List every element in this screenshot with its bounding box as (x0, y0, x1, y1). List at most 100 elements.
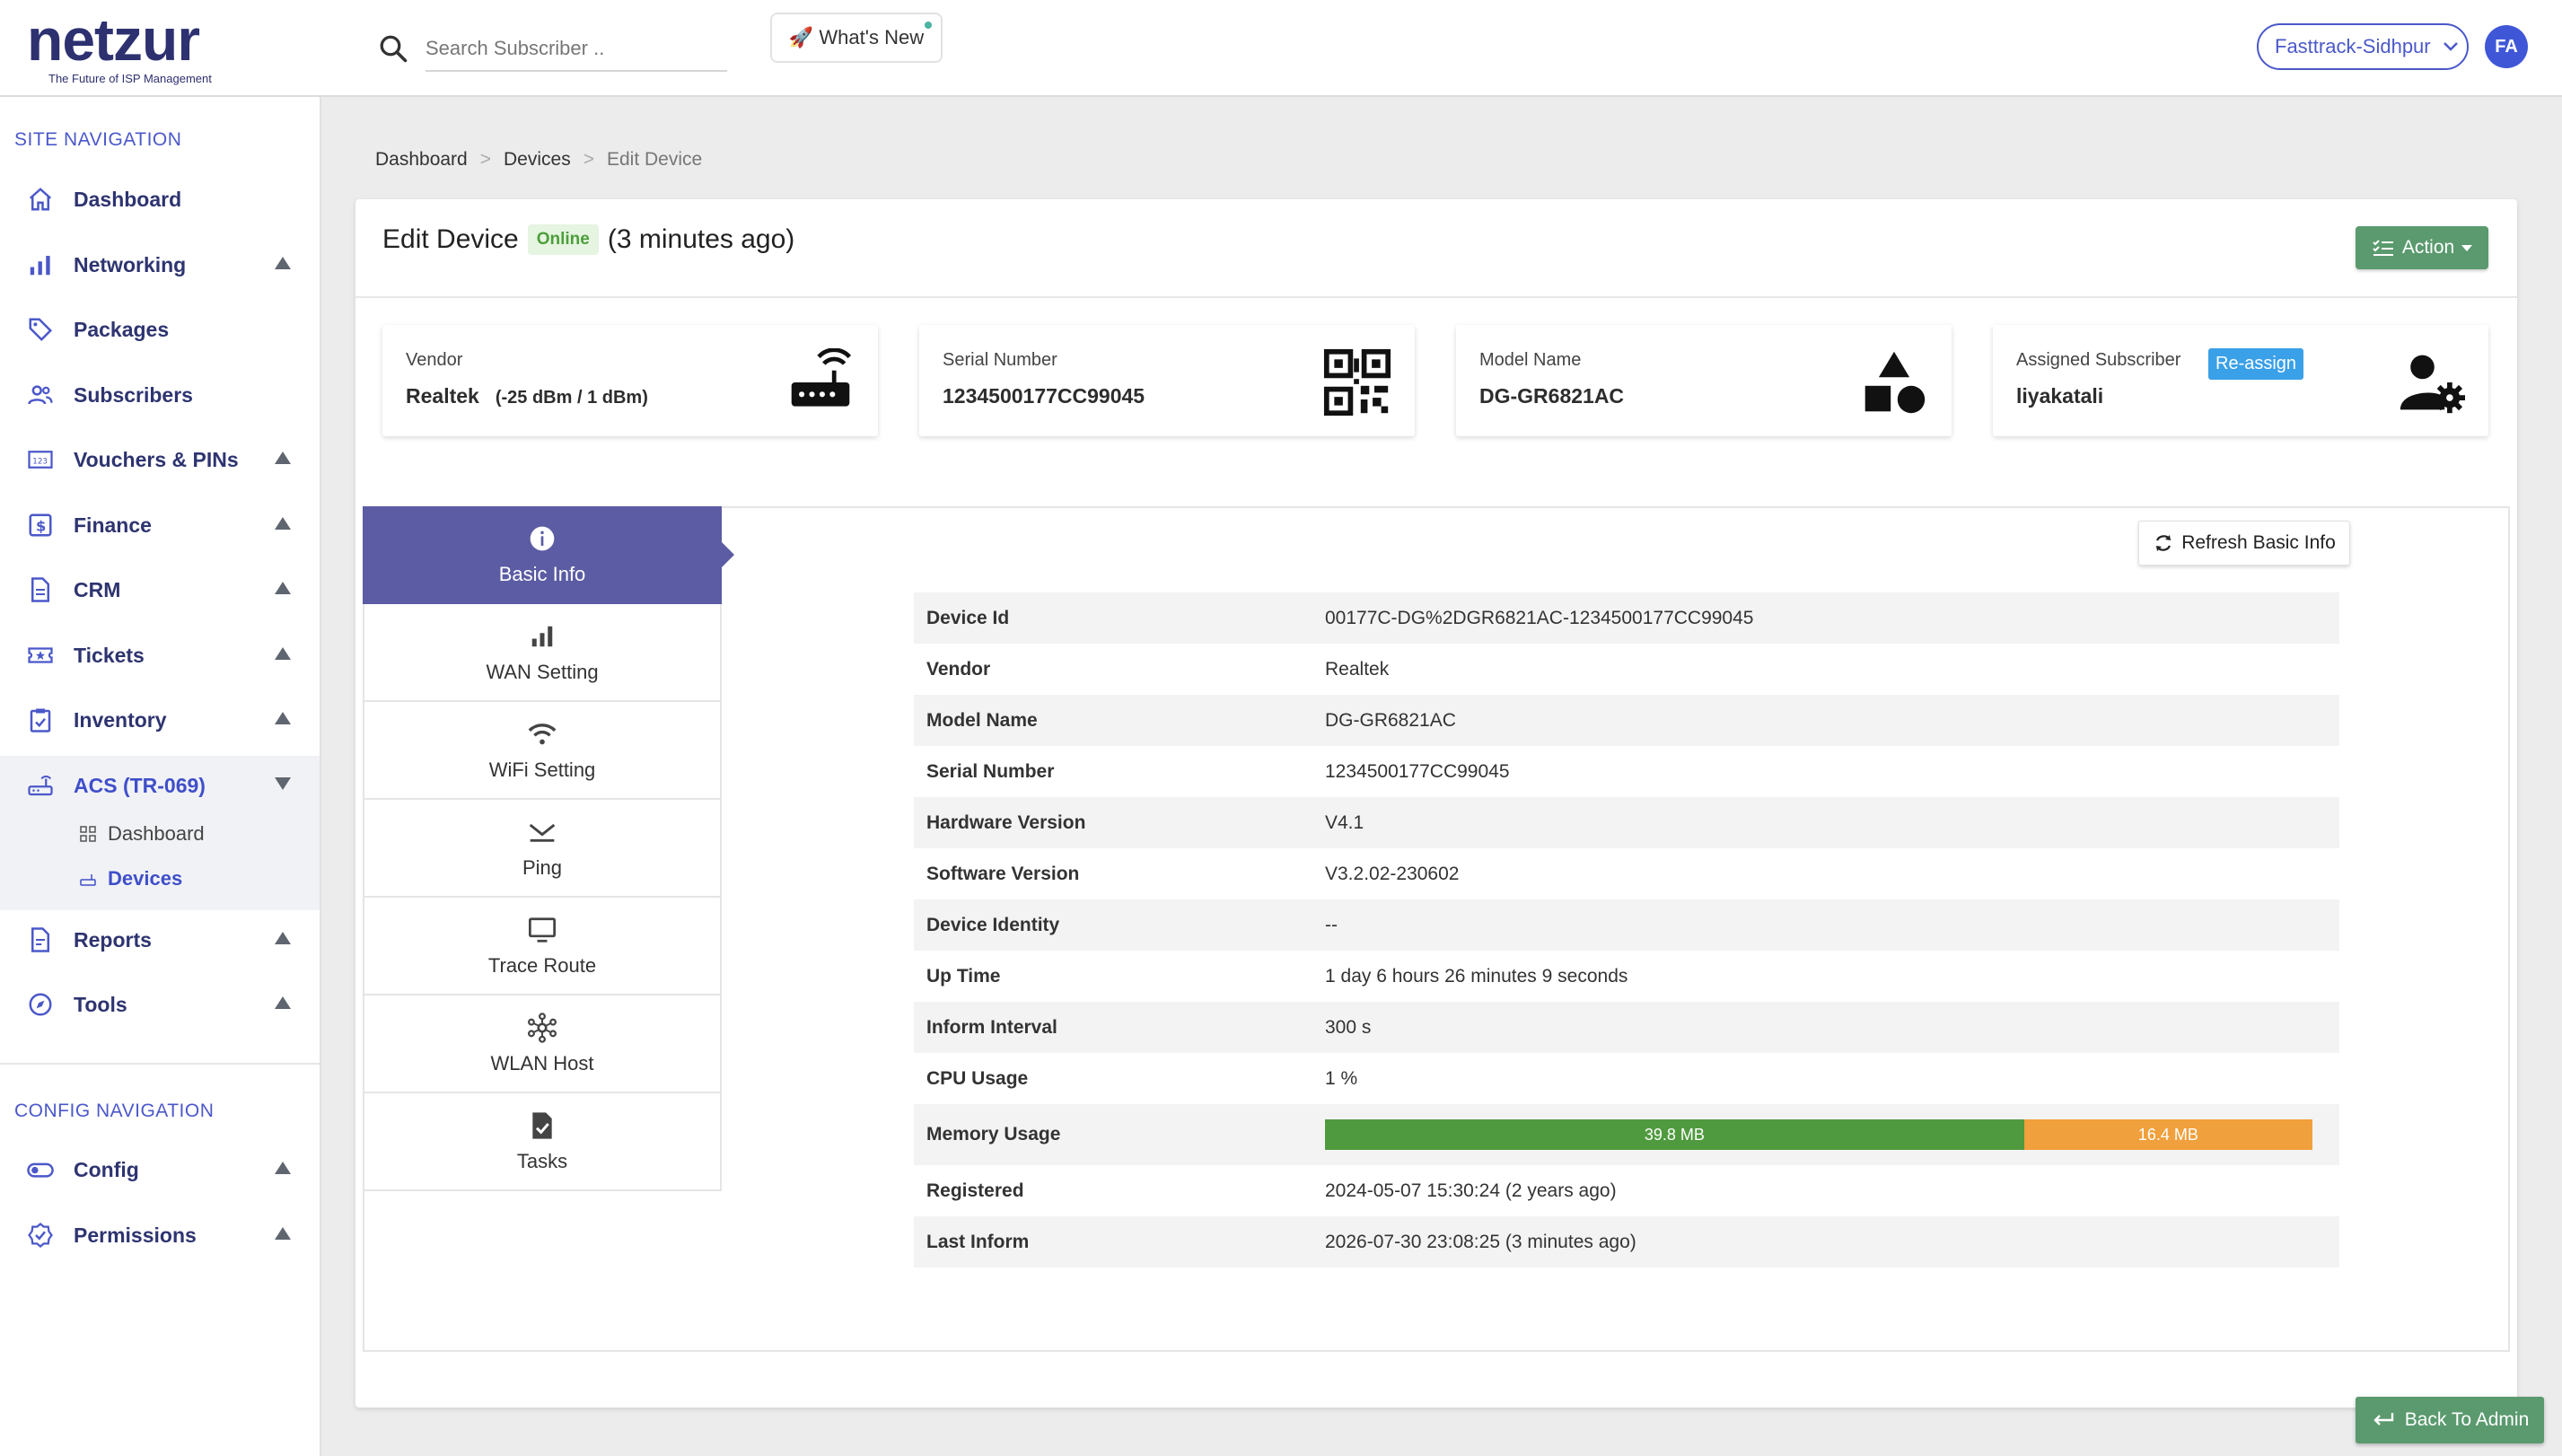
sidebar-item-inventory[interactable]: Inventory (0, 690, 320, 750)
subscriber-summary-box: Assigned Subscriber Re-assign liyakatali (1993, 325, 2488, 436)
refresh-basic-info-button[interactable]: Refresh Basic Info (2138, 521, 2350, 566)
tab-label: WLAN Host (490, 1051, 594, 1074)
breadcrumb-link-dashboard[interactable]: Dashboard (375, 149, 468, 171)
card-header: Edit Device Online (3 minutes ago) Actio… (355, 199, 2517, 298)
reassign-button[interactable]: Re-assign (2208, 348, 2304, 380)
sidebar-item-label: Tools (74, 992, 127, 1016)
action-button[interactable]: Action (2356, 226, 2488, 269)
logo-tagline: The Future of ISP Management (48, 72, 212, 85)
tab-basic-info[interactable]: Basic Info (363, 506, 734, 604)
sidebar-item-config[interactable]: Config (0, 1140, 320, 1199)
breadcrumb: Dashboard > Devices > Edit Device (375, 149, 702, 171)
svg-text:123: 123 (32, 457, 48, 466)
table-row: Hardware Version V4.1 (914, 797, 2339, 848)
serial-value: 1234500177CC99045 (943, 384, 1145, 408)
sidebar-item-tools[interactable]: Tools (0, 975, 320, 1034)
monitor-icon (527, 915, 557, 945)
serial-summary-box: Serial Number 1234500177CC99045 (919, 325, 1415, 436)
sidebar-item-tickets[interactable]: Tickets (0, 626, 320, 685)
qr-code-icon (1323, 348, 1391, 417)
subscriber-label: Assigned Subscriber (2016, 350, 2181, 370)
tab-label: WAN Setting (486, 660, 599, 683)
memory-usage-bar: 39.8 MB 16.4 MB (1325, 1119, 2312, 1150)
tab-label: Trace Route (487, 953, 597, 977)
vendor-label: Vendor (406, 350, 463, 370)
caret-up-icon (275, 932, 291, 944)
tab-wlan-host[interactable]: WLAN Host (363, 996, 722, 1093)
caret-up-icon (275, 1162, 291, 1174)
tab-trace-route[interactable]: Trace Route (363, 898, 722, 996)
table-row: Registered 2024-05-07 15:30:24 (2 years a… (914, 1165, 2339, 1216)
sidebar: SITE NAVIGATION Dashboard Networking Pac… (0, 97, 321, 1456)
sidebar-item-reports[interactable]: Reports (0, 910, 320, 969)
users-icon (25, 380, 56, 410)
row-key: Software Version (926, 863, 1080, 884)
device-icon (80, 874, 96, 886)
row-key: Device Identity (926, 914, 1060, 935)
tab-ping[interactable]: Ping (363, 800, 722, 898)
tab-label: Basic Info (498, 562, 586, 585)
sidebar-item-crm[interactable]: CRM (0, 560, 320, 619)
sidebar-item-packages[interactable]: Packages (0, 300, 320, 359)
whats-new-button[interactable]: 🚀 What's New (770, 13, 943, 63)
table-row: Device Id 00177C-DG%2DGR6821AC-1234500177… (914, 592, 2339, 644)
compass-icon (25, 989, 56, 1020)
config-navigation-title: CONFIG NAVIGATION (14, 1101, 215, 1121)
chevron-down-icon (2443, 42, 2458, 51)
row-value: 1234500177CC99045 (1325, 760, 1510, 782)
sidebar-item-label: ACS (TR-069) (74, 773, 206, 797)
status-time: (3 minutes ago) (607, 224, 795, 254)
table-row: Inform Interval 300 s (914, 1002, 2339, 1053)
sidebar-item-label: Inventory (74, 707, 167, 732)
sidebar-item-subscribers[interactable]: Subscribers (0, 365, 320, 425)
user-avatar[interactable]: FA (2485, 25, 2528, 68)
row-value: 1 % (1325, 1067, 1358, 1089)
top-header: netzur The Future of ISP Management 🚀 Wh… (0, 0, 2562, 97)
sidebar-item-finance[interactable]: $ Finance (0, 496, 320, 555)
report-icon (25, 925, 56, 955)
table-row: Device Identity -- (914, 899, 2339, 951)
sidebar-item-acs[interactable]: ACS (TR-069) (0, 756, 320, 815)
sidebar-item-dashboard[interactable]: Dashboard (0, 170, 320, 229)
caret-up-icon (275, 712, 291, 724)
tab-wan-setting[interactable]: WAN Setting (363, 604, 722, 702)
row-key: Last Inform (926, 1231, 1030, 1252)
site-selector[interactable]: Fasttrack-Sidhpur (2257, 23, 2469, 70)
table-row: Model Name DG-GR6821AC (914, 695, 2339, 746)
row-key: Vendor (926, 658, 991, 680)
sidebar-item-networking[interactable]: Networking (0, 235, 320, 294)
row-key: Model Name (926, 709, 1038, 731)
caret-up-icon (275, 517, 291, 530)
table-row: Serial Number 1234500177CC99045 (914, 746, 2339, 797)
search-subscriber-input[interactable] (426, 27, 727, 72)
checklist-icon (2373, 240, 2393, 256)
row-value: 2026-07-30 23:08:25 (3 minutes ago) (1325, 1231, 1636, 1252)
signal-strength: (-25 dBm / 1 dBm) (495, 388, 648, 408)
breadcrumb-separator: > (583, 149, 594, 170)
memory-used-segment: 39.8 MB (1325, 1119, 2024, 1150)
ticket-icon (25, 640, 56, 671)
tab-wifi-setting[interactable]: WiFi Setting (363, 702, 722, 800)
model-summary-box: Model Name DG-GR6821AC (1456, 325, 1952, 436)
bar-chart-icon (25, 250, 56, 280)
row-value: V4.1 (1325, 811, 1364, 833)
sidebar-item-permissions[interactable]: Permissions (0, 1206, 320, 1265)
wifi-icon (527, 719, 557, 750)
netzur-logo[interactable]: netzur The Future of ISP Management (27, 10, 233, 86)
info-icon (527, 523, 557, 554)
router-icon (25, 770, 56, 801)
dollar-icon: $ (25, 510, 56, 540)
model-label: Model Name (1479, 350, 1582, 370)
sidebar-subitem-devices[interactable]: Devices (79, 867, 182, 890)
sidebar-subitem-acs-dashboard[interactable]: Dashboard (79, 822, 205, 846)
search-icon[interactable] (377, 32, 409, 65)
subscriber-value[interactable]: liyakatali (2016, 384, 2103, 408)
tab-tasks[interactable]: Tasks (363, 1093, 722, 1191)
shapes-icon (1864, 351, 1926, 414)
return-arrow-icon (2373, 1413, 2393, 1425)
breadcrumb-link-devices[interactable]: Devices (504, 149, 571, 171)
sidebar-item-vouchers-pins[interactable]: 123 Vouchers & PINs (0, 430, 320, 489)
caret-up-icon (275, 582, 291, 594)
ping-icon (527, 817, 557, 847)
back-to-admin-button[interactable]: Back To Admin (2356, 1397, 2544, 1443)
